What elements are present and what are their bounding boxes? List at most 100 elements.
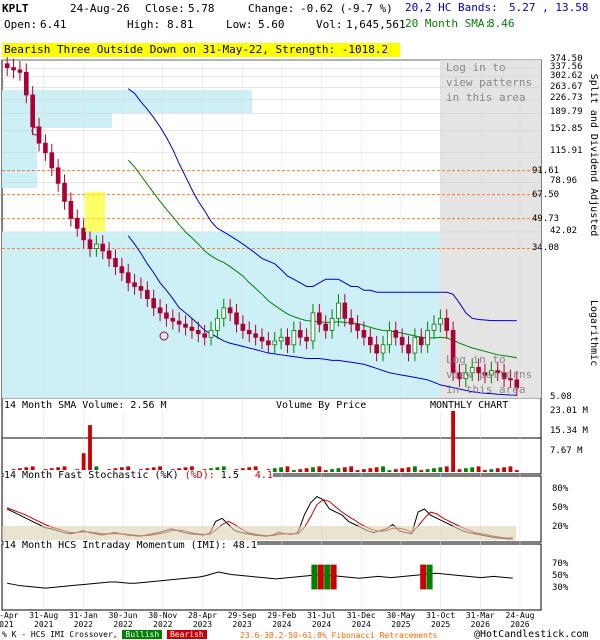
low-value: 5.60 — [258, 18, 285, 31]
bearish-candle — [183, 323, 188, 328]
bearish-candle — [30, 94, 35, 128]
date-tick-day: 30-May — [386, 611, 416, 620]
bullish-candle — [412, 336, 418, 354]
bearish-candle — [157, 307, 163, 314]
date-tick: 31-Aug 2021 — [24, 611, 64, 629]
open-label: Open: — [4, 18, 38, 31]
date-tick: 29-Sep 2023 — [222, 611, 262, 629]
date-tick: 24-Aug 2026 — [500, 611, 540, 629]
bullish-candle — [291, 330, 297, 346]
volume-bar — [368, 468, 373, 472]
volume-bar — [323, 470, 328, 472]
date-tick: 30-Nov 2022 — [143, 611, 183, 629]
date-tick: 31-Oct 2025 — [421, 611, 461, 629]
stoch-tick: 80% — [552, 484, 569, 495]
date-tick-day: 30-Apr — [0, 611, 19, 620]
volume-bar — [444, 466, 449, 472]
bands-value: 5.27 , 13.58 — [509, 1, 589, 14]
bearish-candle — [202, 333, 207, 338]
stoch-label-text: 14 Month Fast Stochastic (%K) — [4, 470, 179, 481]
bearish-candle — [246, 330, 252, 335]
change-label: Change: — [248, 2, 295, 15]
date-tick: 31-Mar 2026 — [460, 611, 500, 629]
date-tick: 28-Apr 2023 — [182, 611, 222, 629]
quote-date: 24-Aug-26 — [70, 2, 130, 15]
bearish-candle — [297, 330, 303, 338]
pattern-highlight — [85, 192, 105, 232]
stoch-tick: 50% — [552, 503, 569, 513]
bearish-candle — [23, 71, 29, 96]
price-tick: 189.79 — [550, 107, 583, 118]
login-prompt-top[interactable]: Log in to view patterns in this area — [446, 60, 536, 105]
date-tick-year: 2025 — [391, 620, 411, 629]
bearish-candle — [164, 312, 169, 319]
date-tick: 30-Jun 2022 — [103, 611, 143, 629]
bearish-candle — [374, 344, 379, 354]
bearish-candle — [361, 330, 367, 338]
bands-label: 20,2 HC Bands: — [405, 1, 498, 14]
bearish-candle — [355, 323, 360, 331]
date-tick-day: 29-Sep — [227, 611, 257, 620]
date-tick: 31-Jul 2024 — [302, 611, 342, 629]
imi-panel-label: 14 Month HCS Intraday Momentum (IMI): 48… — [4, 540, 257, 551]
date-tick: 30-May 2025 — [381, 611, 421, 629]
date-tick-day: 31-Mar — [465, 611, 495, 620]
bearish-candle — [49, 152, 55, 169]
date-tick-year: 2023 — [232, 620, 252, 629]
volume-bar — [514, 470, 519, 472]
price-tick: 5.08 — [550, 392, 572, 402]
date-tick-day: 31-Aug — [29, 611, 59, 620]
login-prompt-bottom[interactable]: Log in to view patterns in this area — [446, 352, 536, 397]
bearish-candle — [323, 323, 329, 331]
volume-bar — [463, 468, 468, 472]
date-tick-day: 31-Jan — [68, 611, 98, 620]
bearish-candle — [253, 333, 258, 338]
volume-bar — [317, 466, 322, 472]
volume-bar — [393, 469, 398, 472]
stoch-tick: 20% — [552, 521, 569, 532]
sma-label: 20 Month SMA: — [405, 17, 492, 30]
stoch-d-label: (%D): — [184, 470, 215, 481]
bearish-candle — [87, 239, 93, 249]
vbp-label: Volume By Price — [276, 400, 367, 411]
date-tick-day: 30-Jun — [108, 611, 138, 620]
date-tick-day: 31-Jul — [307, 611, 336, 620]
bearish-candle — [74, 217, 80, 229]
volume-bar — [349, 466, 354, 472]
volume-bar — [311, 467, 315, 472]
low-label: Low: — [226, 18, 253, 31]
bullish-candle — [438, 317, 443, 325]
bearish-candle — [240, 323, 246, 331]
volume-bar — [419, 470, 424, 472]
volume-bar — [285, 466, 290, 472]
volume-bar — [387, 470, 392, 472]
price-tick: 152.85 — [550, 124, 583, 135]
date-tick-year: 2021 — [0, 620, 14, 629]
date-tick: 29-Feb 2024 — [262, 611, 302, 629]
bearish-candle — [106, 250, 112, 259]
date-tick-year: 2022 — [113, 620, 133, 629]
imi-tick: 30% — [552, 583, 569, 594]
fib-tick: 91.61 — [532, 165, 560, 176]
volume-bar — [272, 468, 277, 472]
bearish-candle — [4, 63, 10, 68]
volume-bar — [291, 470, 296, 472]
crossover-marker — [311, 564, 318, 590]
volume-bar — [502, 467, 506, 472]
volume-bar — [406, 467, 411, 472]
volume-bar — [457, 469, 462, 472]
volume-bar — [362, 469, 366, 472]
volume-panel-label: 14 Month SMA Volume: 2.56 M — [4, 400, 167, 411]
monthly-label: MONTHLY CHART — [430, 400, 509, 411]
volume-bar — [304, 468, 309, 472]
bearish-badge: Bearish — [166, 630, 207, 639]
volume-bar — [400, 468, 405, 472]
date-tick: 31-Jan 2022 — [63, 611, 103, 629]
bearish-candle — [119, 266, 125, 274]
sma-value: 8.46 — [488, 17, 515, 30]
bearish-candle — [151, 298, 157, 309]
signal-banner[interactable]: Bearish Three Outside Down on 31-May-22,… — [2, 43, 400, 57]
bearish-candle — [304, 336, 309, 342]
bearish-candle — [406, 344, 411, 354]
bearish-candle — [189, 326, 195, 331]
